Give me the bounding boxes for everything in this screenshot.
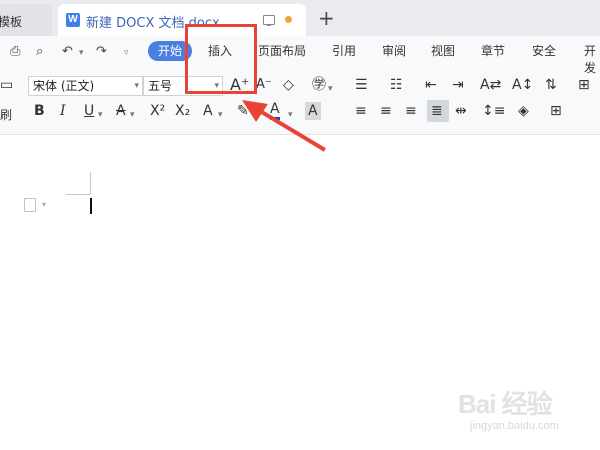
page-corner-marker <box>90 172 91 194</box>
watermark-url: jingyan.baidu.com <box>470 420 559 432</box>
watermark-logo: Bai 经验 <box>458 389 553 419</box>
paragraph-dropdown-icon[interactable]: ▾ <box>42 200 46 209</box>
page-corner-marker <box>66 194 90 195</box>
paragraph-layout-icon[interactable] <box>24 198 36 212</box>
text-cursor <box>90 198 92 214</box>
annotation-arrow <box>242 100 327 152</box>
